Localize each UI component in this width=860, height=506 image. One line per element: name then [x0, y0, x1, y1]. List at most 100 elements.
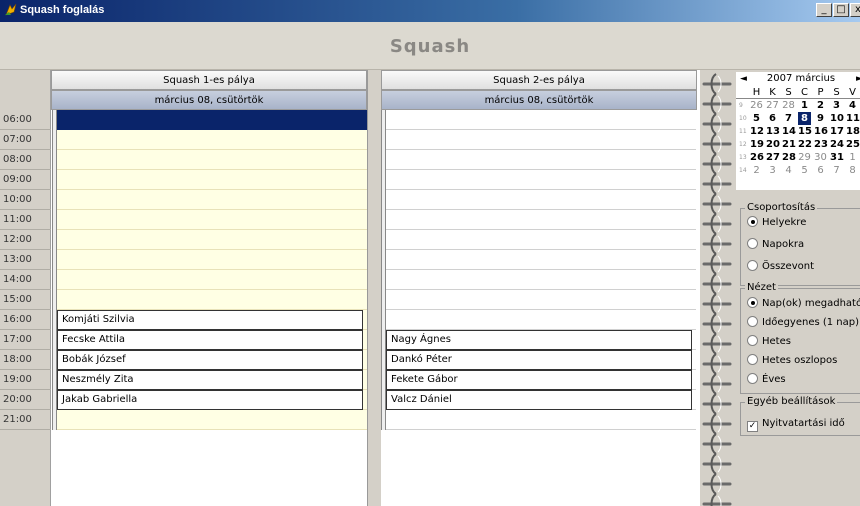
calendar-day[interactable]: 8: [846, 164, 859, 177]
booking-entry[interactable]: Jakab Gabriella: [57, 390, 363, 410]
spiral-ring: [702, 253, 732, 275]
booking-entry[interactable]: Fecske Attila: [57, 330, 363, 350]
calendar-day[interactable]: 27: [766, 151, 780, 164]
time-label: 12:00: [0, 230, 51, 250]
view-option[interactable]: Hetes: [747, 335, 791, 349]
calendar-day[interactable]: 19: [750, 138, 764, 151]
maximize-button[interactable]: □: [833, 3, 849, 17]
calendar-day[interactable]: 4: [782, 164, 795, 177]
calendar-day[interactable]: 25: [846, 138, 860, 151]
time-slot[interactable]: [57, 250, 367, 270]
calendar-day[interactable]: 11: [846, 112, 860, 125]
calendar-day[interactable]: 6: [814, 164, 827, 177]
radio-button-icon: [747, 354, 758, 365]
grouping-option-label: Helyekre: [762, 217, 807, 228]
time-slot[interactable]: [386, 290, 696, 310]
calendar-day[interactable]: 1: [798, 99, 811, 112]
calendar-day[interactable]: 23: [814, 138, 828, 151]
calendar-day[interactable]: 9: [814, 112, 827, 125]
time-slot[interactable]: [57, 130, 367, 150]
calendar-day[interactable]: 14: [782, 125, 796, 138]
calendar-week-row: 9 26 27 28 1 2 3 4: [736, 99, 860, 112]
view-option[interactable]: Éves: [747, 373, 786, 387]
opening-hours-checkbox[interactable]: ✓ Nyitvatartási idő: [747, 417, 845, 432]
time-slot[interactable]: [57, 290, 367, 310]
calendar-day[interactable]: 5: [750, 112, 763, 125]
calendar-day[interactable]: 3: [766, 164, 779, 177]
time-slot[interactable]: [386, 190, 696, 210]
time-slot[interactable]: [57, 270, 367, 290]
calendar-day[interactable]: 3: [830, 99, 843, 112]
calendar-day[interactable]: 24: [830, 138, 844, 151]
time-slot[interactable]: [57, 190, 367, 210]
calendar-day[interactable]: 2: [750, 164, 763, 177]
calendar-day[interactable]: 7: [830, 164, 843, 177]
column-divider[interactable]: [367, 70, 381, 506]
booking-entry[interactable]: Bobák József: [57, 350, 363, 370]
calendar-day[interactable]: 22: [798, 138, 812, 151]
calendar-day[interactable]: 21: [782, 138, 796, 151]
time-slot[interactable]: [386, 170, 696, 190]
time-slot[interactable]: [386, 270, 696, 290]
time-slot[interactable]: [386, 310, 696, 330]
calendar-day[interactable]: 18: [846, 125, 860, 138]
time-slot[interactable]: [386, 130, 696, 150]
time-slot[interactable]: [57, 110, 367, 130]
time-slot[interactable]: [57, 410, 367, 430]
time-slot[interactable]: [386, 150, 696, 170]
calendar-day[interactable]: 28: [782, 99, 795, 112]
calendar-day[interactable]: 2: [814, 99, 827, 112]
calendar-day[interactable]: 26: [750, 99, 763, 112]
view-option[interactable]: Hetes oszlopos: [747, 354, 837, 368]
calendar-day[interactable]: 13: [766, 125, 780, 138]
grouping-option[interactable]: Összevont: [747, 260, 814, 274]
grouping-option[interactable]: Napokra: [747, 238, 804, 252]
calendar-day[interactable]: 5: [798, 164, 811, 177]
time-slot[interactable]: [386, 210, 696, 230]
calendar-day[interactable]: 20: [766, 138, 780, 151]
checkbox-check-icon: ✓: [747, 421, 758, 432]
booking-entry[interactable]: Nagy Ágnes: [386, 330, 692, 350]
next-month-button[interactable]: ►: [856, 72, 860, 86]
booking-entry[interactable]: Fekete Gábor: [386, 370, 692, 390]
grouping-option[interactable]: Helyekre: [747, 216, 806, 230]
calendar-day[interactable]: 6: [766, 112, 779, 125]
time-slot[interactable]: [57, 230, 367, 250]
prev-month-button[interactable]: ◄: [740, 72, 747, 86]
calendar-day[interactable]: 8: [798, 112, 811, 125]
time-slot[interactable]: [386, 230, 696, 250]
calendar-day[interactable]: 17: [830, 125, 844, 138]
window-title: Squash foglalás: [20, 4, 105, 16]
calendar-day[interactable]: 16: [814, 125, 828, 138]
time-slot[interactable]: [57, 150, 367, 170]
calendar-day[interactable]: 10: [830, 112, 844, 125]
calendar-day[interactable]: 15: [798, 125, 812, 138]
calendar-header: ◄ 2007 március ►: [736, 72, 860, 86]
calendar-day[interactable]: 29: [798, 151, 811, 164]
calendar-month-label[interactable]: 2007 március: [767, 73, 835, 84]
calendar-day[interactable]: 27: [766, 99, 779, 112]
view-option[interactable]: Nap(ok) megadható: [747, 297, 860, 311]
booking-entry[interactable]: Neszmély Zita: [57, 370, 363, 390]
booking-entry[interactable]: Dankó Péter: [386, 350, 692, 370]
calendar-day[interactable]: 31: [830, 151, 844, 164]
time-slot[interactable]: [57, 210, 367, 230]
calendar-day[interactable]: 7: [782, 112, 795, 125]
calendar-day[interactable]: 12: [750, 125, 764, 138]
close-button[interactable]: x: [850, 3, 860, 17]
view-option[interactable]: Időegyenes (1 nap): [747, 316, 859, 330]
calendar-day[interactable]: 28: [782, 151, 796, 164]
booking-entry[interactable]: Valcz Dániel: [386, 390, 692, 410]
calendar-day[interactable]: 4: [846, 99, 859, 112]
weekday-label: H: [752, 87, 761, 98]
booking-entry[interactable]: Komjáti Szilvia: [57, 310, 363, 330]
time-slot[interactable]: [57, 170, 367, 190]
calendar-day[interactable]: 1: [846, 151, 859, 164]
grouping-option-label: Napokra: [762, 239, 805, 250]
time-slot[interactable]: [386, 250, 696, 270]
time-slot[interactable]: [386, 110, 696, 130]
calendar-day[interactable]: 26: [750, 151, 764, 164]
calendar-day[interactable]: 30: [814, 151, 827, 164]
time-slot[interactable]: [386, 410, 696, 430]
minimize-button[interactable]: _: [816, 3, 832, 17]
